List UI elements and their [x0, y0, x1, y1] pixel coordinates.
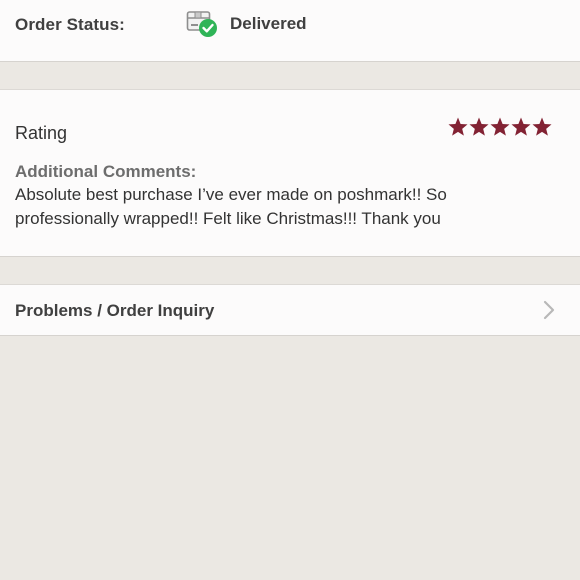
chevron-right-icon — [543, 300, 555, 320]
problems-order-inquiry-row[interactable]: Problems / Order Inquiry — [0, 284, 580, 336]
problems-label: Problems / Order Inquiry — [15, 301, 215, 320]
star-icon — [448, 117, 468, 136]
rating-card: Rating Additional Comments: Absolute bes… — [0, 89, 580, 257]
star-rating — [448, 117, 552, 139]
package-delivered-icon — [186, 11, 217, 37]
order-status-card: Order Status: Delivered — [0, 0, 580, 62]
comments-text: Absolute best purchase I’ve ever made on… — [15, 185, 447, 228]
order-status-label: Order Status: — [15, 15, 125, 34]
star-icon — [490, 117, 510, 136]
order-status-value: Delivered — [230, 14, 307, 33]
star-icon — [469, 117, 489, 136]
rating-label: Rating — [15, 123, 68, 143]
star-icon — [511, 117, 531, 136]
comments-label: Additional Comments: — [15, 162, 197, 181]
star-icon — [532, 117, 552, 136]
